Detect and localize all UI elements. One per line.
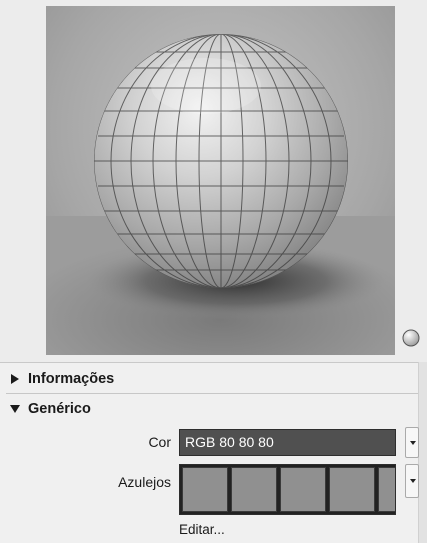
tiles-dropdown-button[interactable] [405,464,419,498]
tile-swatch [231,467,277,512]
tile-swatch [329,467,375,512]
section-generico-header[interactable]: Genérico [0,395,418,423]
tile-swatch [182,467,228,512]
color-label: Cor [148,434,171,450]
caret-right-icon [11,374,19,384]
scrollbar-track[interactable] [418,362,427,543]
chevron-down-icon [410,441,416,445]
tile-swatch [378,467,395,512]
caret-down-icon [10,405,20,413]
tiles-preview[interactable] [179,464,396,515]
tiles-label: Azulejos [118,474,171,490]
section-divider [6,393,418,394]
section-generico-title: Genérico [28,401,91,417]
color-value-field[interactable]: RGB 80 80 80 [179,429,396,456]
tile-swatch [280,467,326,512]
chevron-down-icon [410,479,416,483]
render-toggle-icon[interactable] [402,329,420,347]
edit-tiles-link[interactable]: Editar... [179,522,225,537]
section-informacoes-title: Informações [28,371,115,387]
color-dropdown-button[interactable] [405,427,419,458]
material-preview-panel [0,0,427,363]
section-informacoes-header[interactable]: Informações [0,365,418,393]
sphere-preview-icon [46,6,395,355]
material-preview [46,6,395,355]
